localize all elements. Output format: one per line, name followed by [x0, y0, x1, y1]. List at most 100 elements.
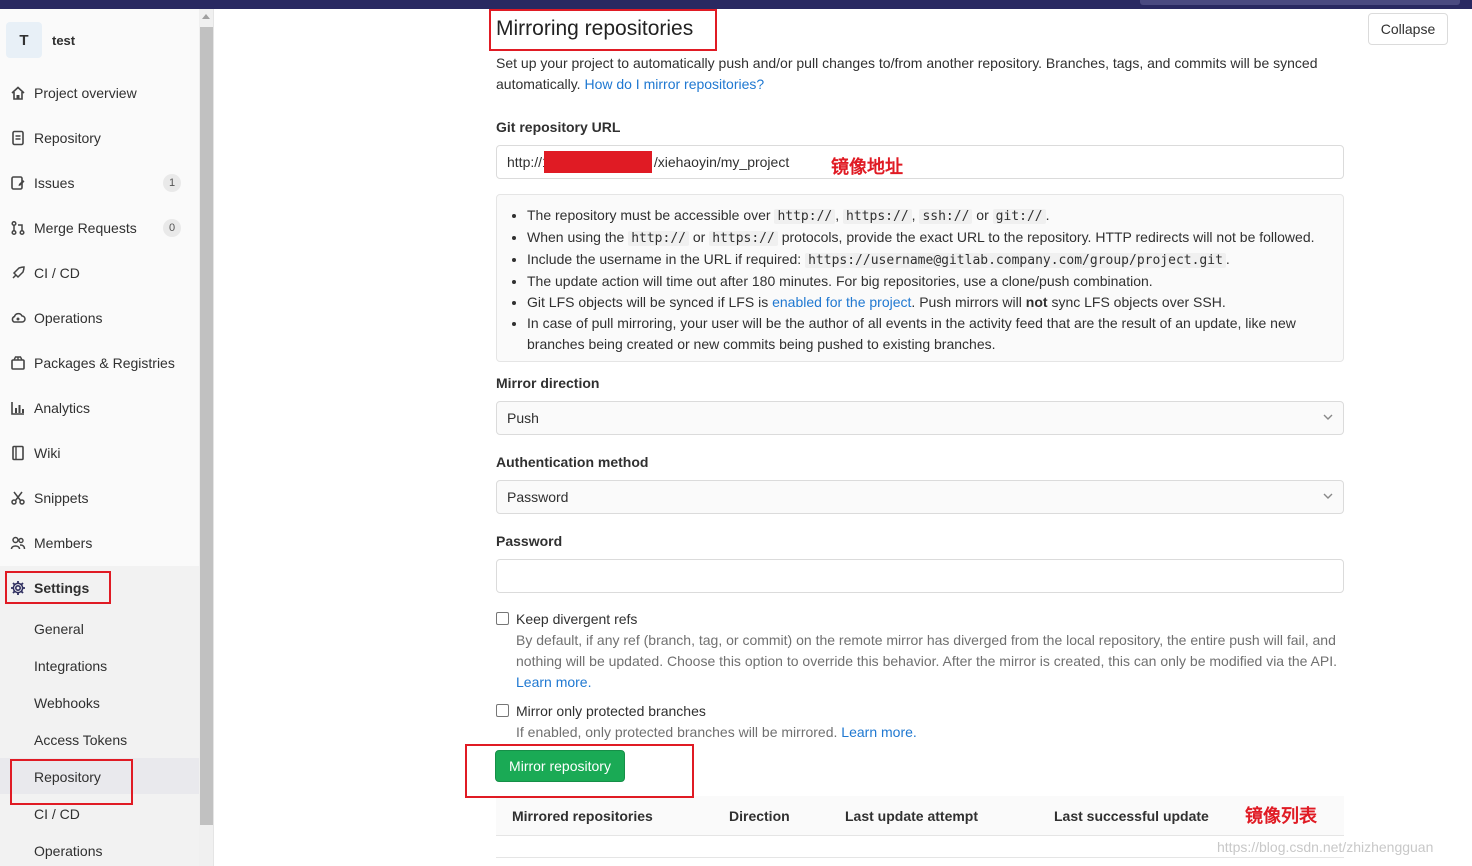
- sidebar-item-label: Repository: [34, 130, 101, 146]
- sidebar-item-label: Merge Requests: [34, 220, 137, 236]
- watermark: https://blog.csdn.net/zhizhengguan: [1217, 839, 1434, 855]
- issues-icon: [10, 175, 26, 191]
- project-avatar: T: [6, 22, 42, 58]
- sidebar-item-label: Wiki: [34, 445, 61, 461]
- rocket-icon: [10, 265, 26, 281]
- sidebar-subitem-repository[interactable]: Repository: [34, 766, 101, 788]
- keep-divergent-refs-label: Keep divergent refs: [516, 611, 638, 627]
- mirror-direction-label: Mirror direction: [496, 375, 600, 391]
- settings-submenu: [0, 566, 199, 866]
- chevron-down-icon: [1323, 414, 1333, 420]
- sidebar-item-members[interactable]: Members: [0, 526, 199, 560]
- annotation-mirror-url: 镜像地址: [831, 157, 903, 178]
- sidebar-item-packages[interactable]: Packages & Registries: [0, 346, 199, 380]
- scissors-icon: [10, 490, 26, 506]
- column-last-successful-update: Last successful update: [1054, 808, 1209, 824]
- scrollbar-thumb[interactable]: [200, 27, 213, 825]
- url-help-box: The repository must be accessible over h…: [496, 194, 1344, 362]
- sidebar-subitem-webhooks[interactable]: Webhooks: [34, 692, 100, 714]
- merge-request-icon: [10, 220, 26, 236]
- protected-branches-label: Mirror only protected branches: [516, 703, 706, 719]
- column-mirrored-repositories: Mirrored repositories: [512, 808, 653, 824]
- help-item: The update action will time out after 18…: [527, 271, 1333, 292]
- git-url-label: Git repository URL: [496, 119, 621, 135]
- git-url-input[interactable]: http://1/xiehaoyin/my_project: [496, 145, 1344, 179]
- sidebar-item-wiki[interactable]: Wiki: [0, 436, 199, 470]
- package-icon: [10, 355, 26, 371]
- scroll-up-arrow-icon[interactable]: [202, 14, 210, 19]
- users-icon: [10, 535, 26, 551]
- sidebar-item-label: Packages & Registries: [34, 355, 175, 371]
- annotation-mirror-list: 镜像列表: [1245, 806, 1317, 827]
- auth-method-label: Authentication method: [496, 454, 649, 470]
- lfs-enabled-link[interactable]: enabled for the project: [772, 294, 911, 310]
- keep-divergent-refs-help: By default, if any ref (branch, tag, or …: [516, 632, 1338, 690]
- mirror-direction-value: Push: [507, 410, 539, 426]
- column-last-update-attempt: Last update attempt: [845, 808, 979, 824]
- protected-branches-option: Mirror only protected branches If enable…: [496, 701, 1346, 743]
- protected-branches-help: If enabled, only protected branches will…: [516, 724, 917, 740]
- sidebar-item-snippets[interactable]: Snippets: [0, 481, 199, 515]
- help-item: Git LFS objects will be synced if LFS is…: [527, 292, 1333, 313]
- sidebar-subitem-general[interactable]: General: [34, 618, 84, 640]
- column-direction: Direction: [729, 808, 790, 824]
- how-to-mirror-link[interactable]: How do I mirror repositories?: [584, 76, 764, 92]
- password-input[interactable]: [496, 559, 1344, 593]
- password-label: Password: [496, 533, 563, 549]
- keep-divergent-refs-option: Keep divergent refs By default, if any r…: [496, 609, 1346, 693]
- main-content: Mirroring repositories Collapse Set up y…: [214, 9, 1472, 866]
- sidebar-item-operations[interactable]: Operations: [0, 301, 199, 335]
- sidebar-item-label: Settings: [34, 580, 90, 596]
- project-header[interactable]: T test: [6, 22, 75, 58]
- keep-refs-learn-more-link[interactable]: Learn more.: [516, 674, 591, 690]
- help-item: Include the username in the URL if requi…: [527, 249, 1333, 271]
- sidebar-item-repository[interactable]: Repository: [0, 121, 199, 155]
- sidebar-subitem-ci-cd[interactable]: CI / CD: [34, 803, 80, 825]
- mirror-direction-select[interactable]: Push: [496, 401, 1344, 435]
- merge-requests-count-badge: 0: [163, 219, 181, 237]
- document-icon: [10, 130, 26, 146]
- mirrored-repos-table-header: Mirrored repositories Direction Last upd…: [496, 796, 1344, 836]
- protected-branches-checkbox[interactable]: [496, 704, 509, 717]
- sidebar-item-label: Snippets: [34, 490, 89, 506]
- sidebar-item-label: Issues: [34, 175, 75, 191]
- sidebar-subitem-integrations[interactable]: Integrations: [34, 655, 107, 677]
- sidebar-item-label: Operations: [34, 310, 103, 326]
- sidebar-item-label: Members: [34, 535, 93, 551]
- sidebar-item-project-overview[interactable]: Project overview: [0, 76, 199, 110]
- collapse-button[interactable]: Collapse: [1368, 13, 1448, 45]
- sidebar-item-ci-cd[interactable]: CI / CD: [0, 256, 199, 290]
- sidebar-subitem-access-tokens[interactable]: Access Tokens: [34, 729, 127, 751]
- help-item: The repository must be accessible over h…: [527, 205, 1333, 227]
- sidebar-item-label: Project overview: [34, 85, 137, 101]
- protected-learn-more-link[interactable]: Learn more.: [841, 724, 916, 740]
- auth-method-value: Password: [507, 489, 569, 505]
- project-name: test: [52, 32, 76, 48]
- top-navbar: [0, 0, 1472, 9]
- search-bar[interactable]: [1140, 0, 1460, 5]
- issues-count-badge: 1: [163, 174, 181, 192]
- sidebar-item-label: CI / CD: [34, 265, 80, 281]
- mirror-repository-button[interactable]: Mirror repository: [495, 750, 625, 782]
- book-icon: [10, 445, 26, 461]
- sidebar-scrollbar[interactable]: [199, 9, 213, 866]
- chart-icon: [10, 400, 26, 416]
- keep-divergent-refs-checkbox[interactable]: [496, 612, 509, 625]
- git-url-suffix: /xiehaoyin/my_project: [653, 154, 790, 170]
- redacted-host: [543, 151, 652, 173]
- sidebar-item-issues[interactable]: Issues 1: [0, 166, 199, 200]
- sidebar-item-merge-requests[interactable]: Merge Requests 0: [0, 211, 199, 245]
- auth-method-select[interactable]: Password: [496, 480, 1344, 514]
- home-icon: [10, 85, 26, 101]
- help-item: When using the http:// or https:// proto…: [527, 227, 1333, 249]
- sidebar-subitem-operations[interactable]: Operations: [34, 840, 102, 862]
- page-title: Mirroring repositories: [496, 17, 694, 40]
- gear-icon: [10, 580, 26, 596]
- help-item: In case of pull mirroring, your user wil…: [527, 313, 1333, 355]
- sidebar-item-settings[interactable]: Settings: [0, 571, 199, 605]
- sidebar-item-analytics[interactable]: Analytics: [0, 391, 199, 425]
- sidebar-item-label: Analytics: [34, 400, 91, 416]
- section-description: Set up your project to automatically pus…: [496, 53, 1346, 95]
- table-divider: [496, 857, 1344, 858]
- chevron-down-icon: [1323, 493, 1333, 499]
